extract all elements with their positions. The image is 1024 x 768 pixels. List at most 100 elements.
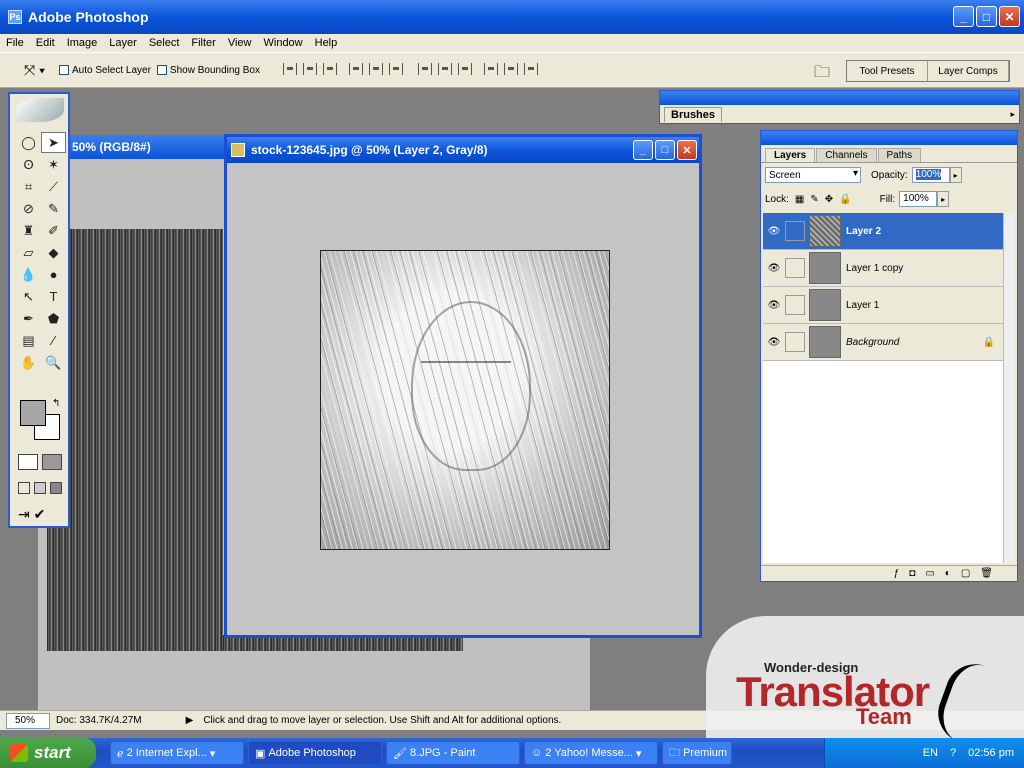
path-select-icon[interactable]: ↖ [16, 286, 41, 307]
visibility-eye-icon[interactable]: 👁 [763, 300, 785, 311]
auto-select-checkbox[interactable]: Auto Select Layer [58, 65, 151, 76]
close-button[interactable]: ✕ [999, 6, 1020, 27]
clone-stamp-icon[interactable]: ♜ [16, 220, 41, 241]
zoom-level-input[interactable]: 50% [6, 712, 50, 729]
layer-row-layer-2[interactable]: 👁 Layer 2 [763, 213, 1003, 250]
pen-tool-icon[interactable]: ✒ [16, 308, 41, 329]
hand-tool-icon[interactable]: ✋ [16, 352, 41, 373]
swap-colors-icon[interactable]: ↰ [52, 398, 60, 409]
opacity-input[interactable]: 100% [911, 167, 950, 183]
doc-close-button[interactable]: ✕ [677, 140, 697, 160]
distribute-right-icon[interactable] [524, 62, 539, 75]
screen-mode-full-icon[interactable] [50, 482, 62, 494]
tab-paths[interactable]: Paths [877, 148, 922, 162]
link-icon[interactable] [785, 295, 805, 315]
tab-channels[interactable]: Channels [816, 148, 877, 162]
document-titlebar[interactable]: stock-123645.jpg @ 50% (Layer 2, Gray/8)… [227, 137, 699, 163]
delete-layer-icon[interactable]: 🗑 [980, 568, 993, 579]
lock-move-icon[interactable]: ✥ [825, 194, 833, 205]
align-left-icon[interactable] [349, 62, 364, 75]
photo-canvas[interactable] [320, 250, 610, 550]
status-arrow-icon[interactable]: ▶ [186, 715, 194, 726]
shape-tool-icon[interactable]: ⬟ [41, 308, 66, 329]
brush-tool-icon[interactable]: ✎ [41, 198, 66, 219]
distribute-hcenter-icon[interactable] [504, 62, 519, 75]
dodge-tool-icon[interactable]: ● [41, 264, 66, 285]
align-hcenter-icon[interactable] [369, 62, 384, 75]
jump-to-imageready-icon[interactable]: ⇥ ✔ [18, 506, 45, 523]
language-indicator[interactable]: EN [923, 747, 938, 759]
task-internet-explorer[interactable]: ℯ 2 Internet Expl... ▾ [110, 741, 244, 765]
slice-tool-icon[interactable]: ⟋ [41, 176, 66, 197]
distribute-bottom-icon[interactable] [458, 62, 473, 75]
doc-minimize-button[interactable]: _ [633, 140, 653, 160]
add-mask-icon[interactable]: ◘ [909, 568, 915, 579]
menu-filter[interactable]: Filter [185, 37, 221, 49]
move-tool-icon[interactable]: ➤ [41, 132, 66, 153]
maximize-button[interactable]: □ [976, 6, 997, 27]
crop-tool-icon[interactable]: ⌗ [16, 176, 41, 197]
screen-mode-standard-icon[interactable] [18, 482, 30, 494]
start-button[interactable]: start [0, 738, 96, 768]
menu-select[interactable]: Select [143, 37, 186, 49]
eraser-tool-icon[interactable]: ▱ [16, 242, 41, 263]
standard-mode-icon[interactable] [18, 454, 38, 470]
screen-mode-menu-icon[interactable] [34, 482, 46, 494]
align-right-icon[interactable] [389, 62, 404, 75]
fill-input[interactable]: 100% [899, 191, 938, 207]
brushes-panel-titlebar[interactable] [660, 91, 1019, 105]
task-photoshop[interactable]: ▣ Adobe Photoshop [248, 741, 382, 765]
menu-image[interactable]: Image [61, 37, 104, 49]
notes-tool-icon[interactable]: ▤ [16, 330, 41, 351]
menu-edit[interactable]: Edit [30, 37, 61, 49]
menu-view[interactable]: View [222, 37, 258, 49]
menu-help[interactable]: Help [309, 37, 344, 49]
brush-link-icon[interactable] [785, 221, 805, 241]
task-paint[interactable]: 🖌 8.JPG - Paint [386, 741, 520, 765]
paint-bucket-icon[interactable]: ◆ [41, 242, 66, 263]
menu-window[interactable]: Window [258, 37, 309, 49]
adjustment-layer-icon[interactable]: ◐ [945, 568, 951, 579]
layer-row-layer-1[interactable]: 👁 Layer 1 [763, 287, 1003, 324]
align-vcenter-icon[interactable] [303, 62, 317, 75]
menu-layer[interactable]: Layer [103, 37, 143, 49]
visibility-eye-icon[interactable]: 👁 [763, 263, 785, 274]
link-icon[interactable] [785, 258, 805, 278]
bounding-box-checkbox[interactable]: Show Bounding Box [156, 65, 260, 76]
menu-file[interactable]: File [0, 37, 30, 49]
eyedropper-icon[interactable]: ⁄ [41, 330, 66, 351]
minimize-button[interactable]: _ [953, 6, 974, 27]
marquee-tool-icon[interactable]: ◯ [16, 132, 41, 153]
tool-presets-tab[interactable]: Tool Presets [847, 61, 928, 81]
link-icon[interactable] [785, 332, 805, 352]
lasso-tool-icon[interactable]: ʘ [16, 154, 41, 175]
doc-maximize-button[interactable]: □ [655, 140, 675, 160]
history-brush-icon[interactable]: ✐ [41, 220, 66, 241]
visibility-eye-icon[interactable]: 👁 [763, 226, 785, 237]
blur-tool-icon[interactable]: 💧 [16, 264, 41, 285]
layers-scrollbar[interactable] [1003, 213, 1015, 563]
move-tool-preset-icon[interactable]: ⤧ ▾ [24, 62, 45, 79]
file-browser-icon[interactable]: 🗀 [814, 61, 830, 88]
visibility-eye-icon[interactable]: 👁 [763, 337, 785, 348]
opacity-slider-button[interactable]: ▸ [949, 167, 962, 183]
brushes-tab[interactable]: Brushes [664, 107, 723, 122]
magic-wand-tool-icon[interactable]: ✶ [41, 154, 66, 175]
layer-style-icon[interactable]: ƒ [894, 568, 900, 579]
blend-mode-select[interactable]: Screen [765, 167, 861, 183]
quick-mask-icon[interactable] [42, 454, 62, 470]
distribute-left-icon[interactable] [484, 62, 499, 75]
lock-transparency-icon[interactable]: ▦ [795, 194, 804, 205]
new-layer-icon[interactable]: ▢ [961, 568, 970, 579]
align-top-icon[interactable] [283, 62, 297, 75]
layer-comps-tab[interactable]: Layer Comps [928, 61, 1009, 81]
task-yahoo-messenger[interactable]: ☺ 2 Yahoo! Messe... ▾ [524, 741, 658, 765]
type-tool-icon[interactable]: T [41, 286, 66, 307]
brushes-menu-icon[interactable]: ▸ [1010, 109, 1015, 120]
align-bottom-icon[interactable] [323, 62, 337, 75]
layers-panel-titlebar[interactable] [761, 131, 1017, 145]
layer-row-layer-1-copy[interactable]: 👁 Layer 1 copy [763, 250, 1003, 287]
fill-slider-button[interactable]: ▸ [937, 191, 950, 207]
layer-row-background[interactable]: 👁 Background 🔒 [763, 324, 1003, 361]
task-premium-folder[interactable]: 🗀 Premium [662, 741, 732, 765]
